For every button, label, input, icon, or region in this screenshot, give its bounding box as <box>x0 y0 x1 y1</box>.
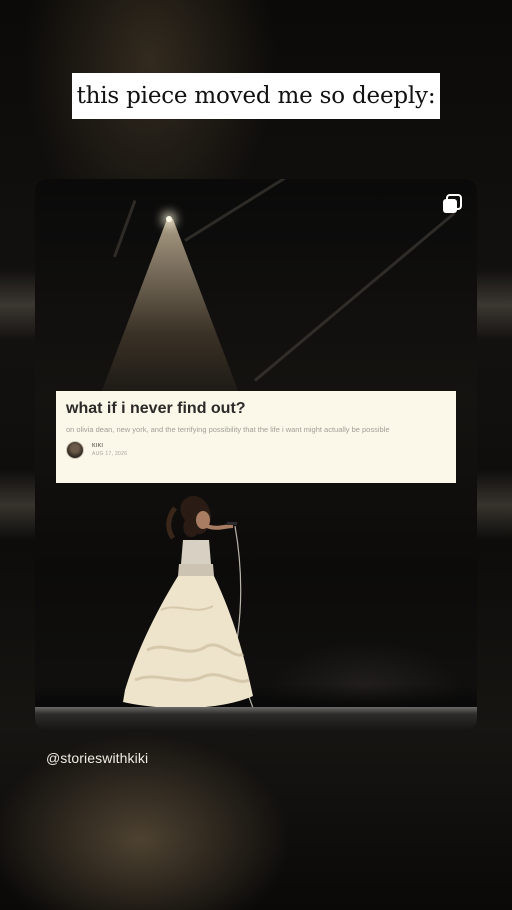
author-meta: KIKI AUG 17, 2026 <box>92 442 127 458</box>
ceiling-truss <box>184 179 441 242</box>
shared-post[interactable]: what if i never find out? on olivia dean… <box>35 179 477 731</box>
headline-text: this piece moved me so deeply: <box>76 83 436 109</box>
creator-handle[interactable]: @storieswithkiki <box>46 750 148 766</box>
headline-sticker[interactable]: this piece moved me so deeply: <box>72 73 440 119</box>
performer-figure <box>123 495 254 709</box>
author-avatar <box>66 441 84 459</box>
ceiling-truss <box>113 199 137 258</box>
stage-floor <box>35 707 477 731</box>
spotlight <box>166 216 172 222</box>
carousel-icon <box>442 194 462 214</box>
publish-date: AUG 17, 2026 <box>92 451 128 457</box>
author-row: KIKI AUG 17, 2026 <box>66 441 446 459</box>
article-card[interactable]: what if i never find out? on olivia dean… <box>56 391 456 483</box>
article-subtitle: on olivia dean, new york, and the terrif… <box>66 425 390 434</box>
author-name: KIKI <box>92 443 104 449</box>
article-title: what if i never find out? <box>66 400 246 417</box>
ceiling-truss <box>254 212 456 382</box>
story-screen: this piece moved me so deeply: what if i… <box>0 0 512 910</box>
